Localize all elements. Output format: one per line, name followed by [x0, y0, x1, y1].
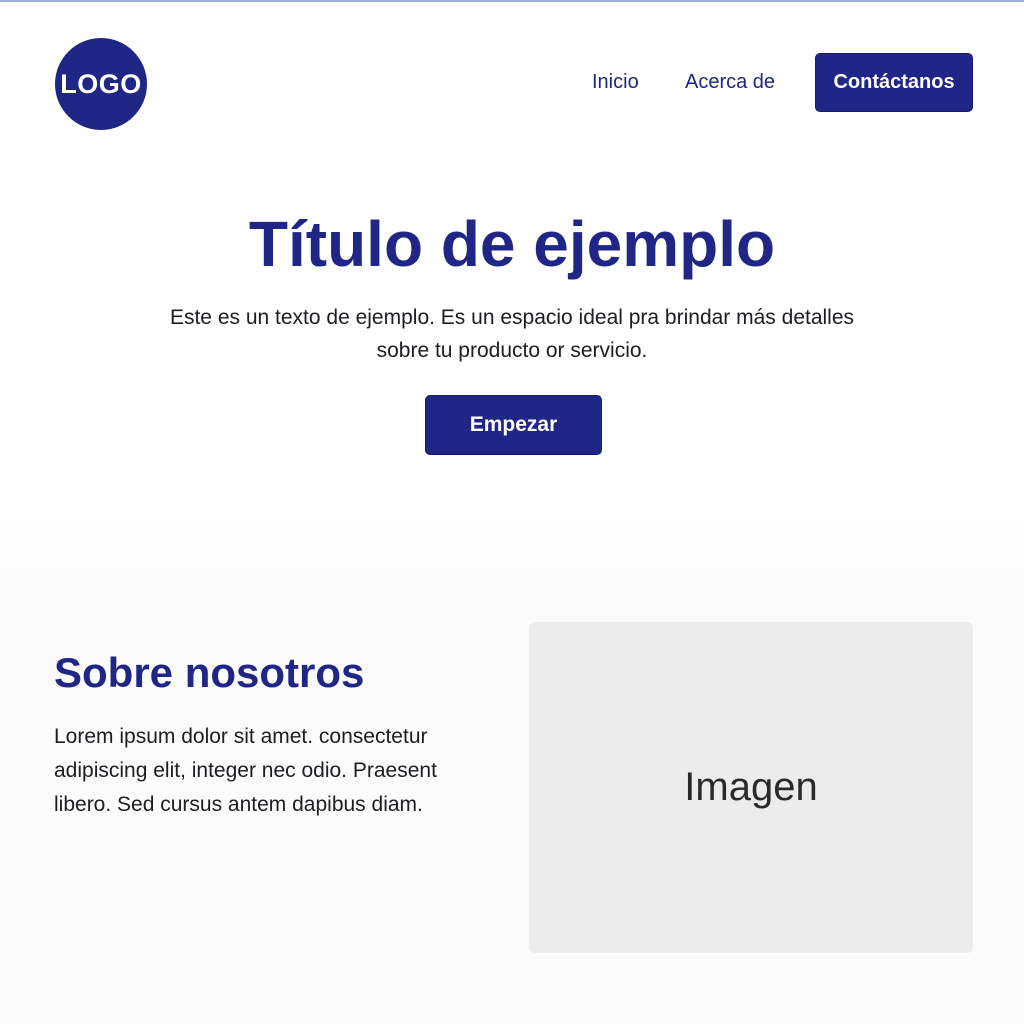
- contact-button[interactable]: Contáctanos: [815, 53, 973, 112]
- landing-page: LOGO Inicio Acerca de Contáctanos Título…: [0, 0, 1024, 1024]
- logo[interactable]: LOGO: [55, 38, 147, 130]
- nav-link-home[interactable]: Inicio: [592, 68, 639, 96]
- contact-button-label: Contáctanos: [833, 71, 955, 93]
- image-placeholder: Imagen: [529, 622, 973, 953]
- nav-link-about[interactable]: Acerca de: [685, 68, 775, 96]
- get-started-button-label: Empezar: [469, 413, 558, 436]
- about-title: Sobre nosotros: [54, 649, 365, 696]
- hero-title: Título de ejemplo: [248, 208, 776, 280]
- hero-description: Este es un texto de ejemplo. Es un espac…: [169, 306, 855, 362]
- top-border: [0, 0, 1024, 2]
- get-started-button[interactable]: Empezar: [425, 395, 602, 455]
- about-description: Lorem ipsum dolor sit amet. consectetur …: [54, 725, 437, 816]
- image-placeholder-label: Imagen: [684, 765, 818, 809]
- logo-text: LOGO: [60, 68, 142, 99]
